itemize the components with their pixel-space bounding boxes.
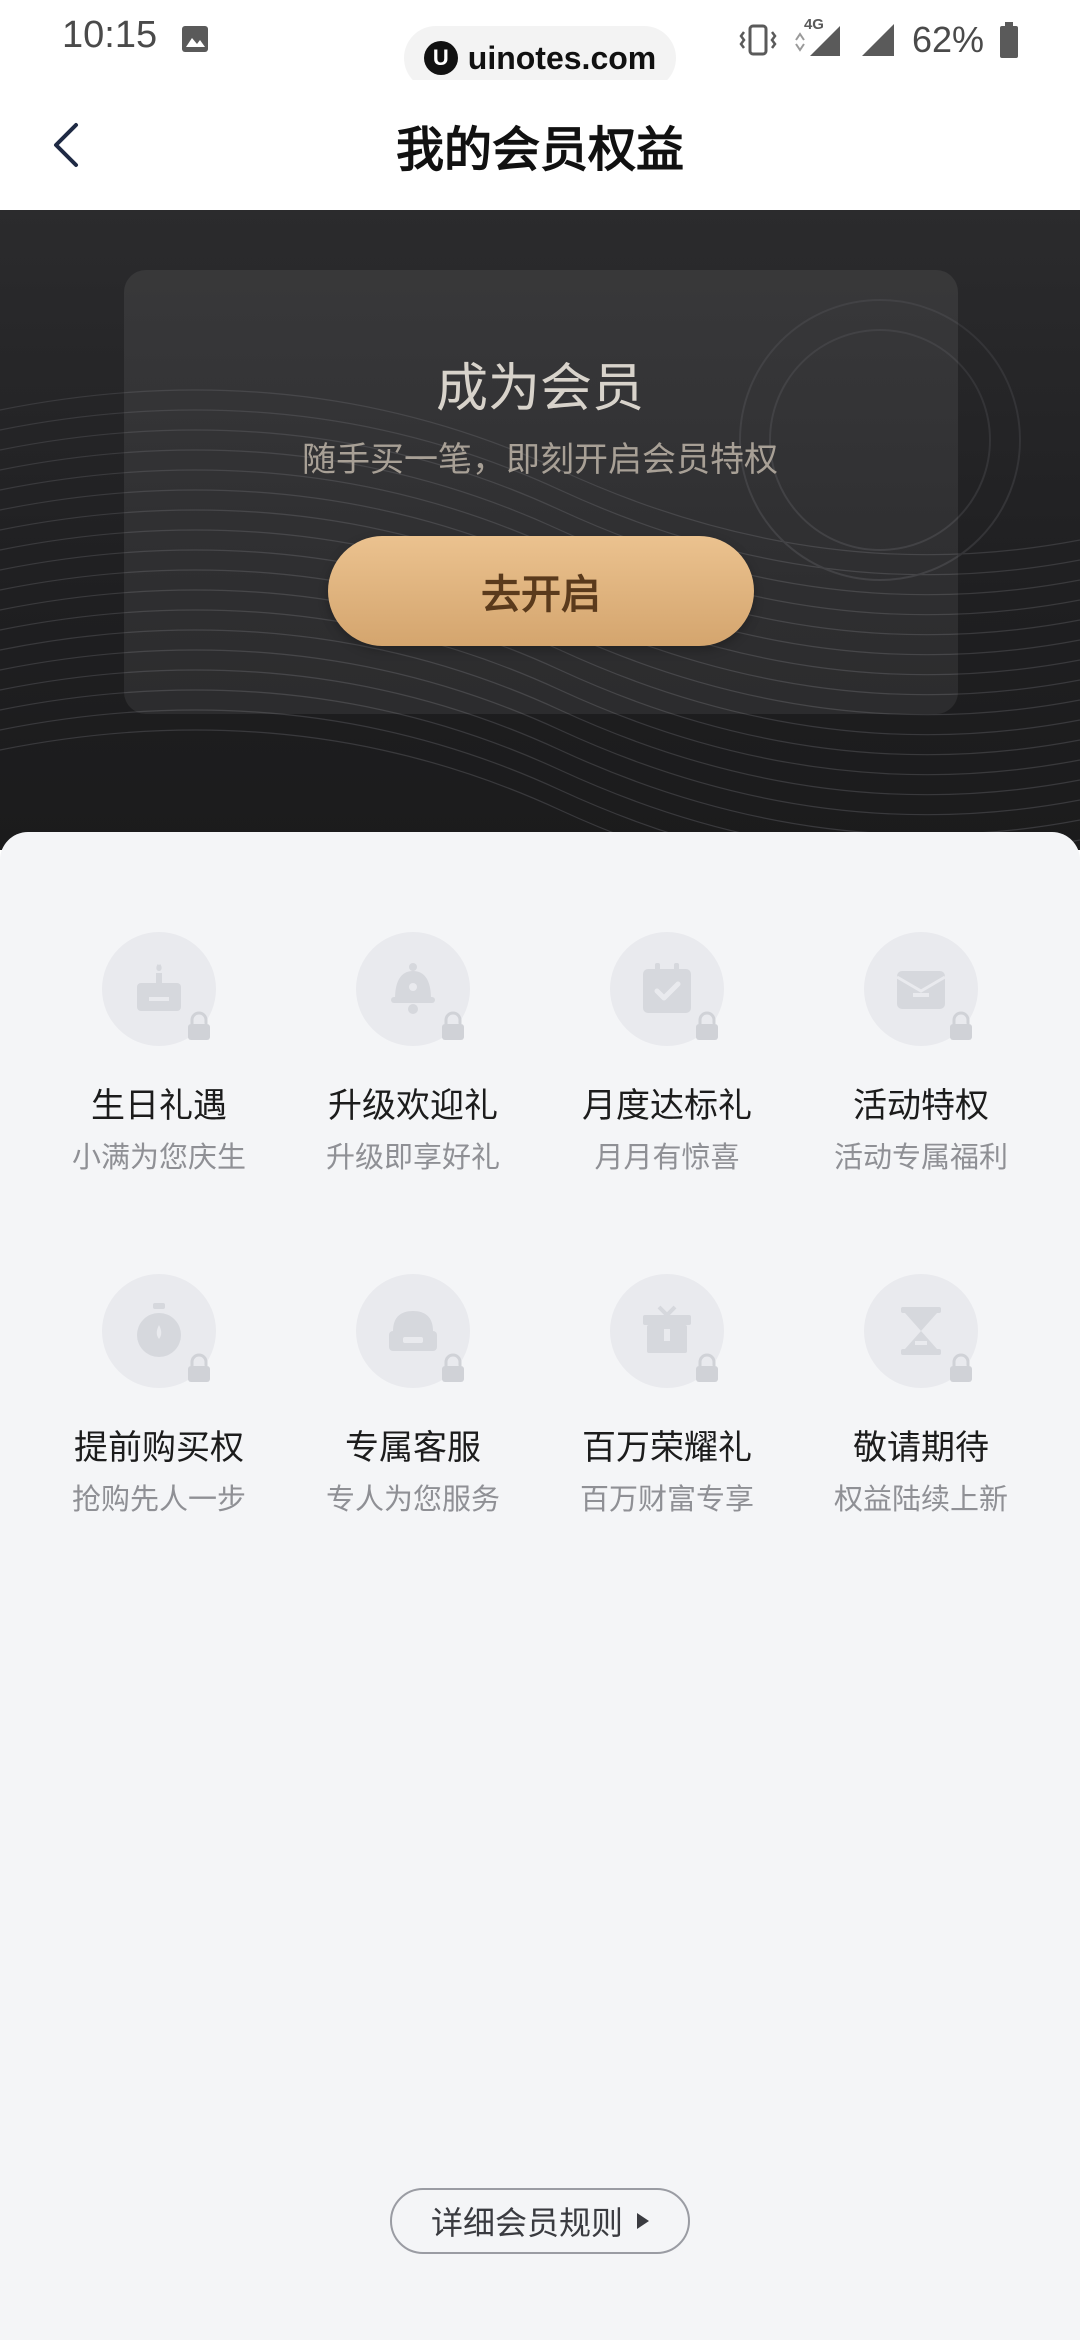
page-title: 我的会员权益 <box>395 122 684 178</box>
hero-subtitle: 随手买一笔，即刻开启会员特权 <box>302 440 778 480</box>
status-icons: 4G 62% <box>738 16 1020 64</box>
benefit-icon-circle <box>356 1274 470 1388</box>
benefit-customer-service[interactable]: 专属客服 专人为您服务 <box>286 1274 540 1534</box>
lock-icon <box>950 1353 972 1382</box>
benefit-monthly-gift[interactable]: 月度达标礼 月月有惊喜 <box>540 932 794 1192</box>
play-arrow-icon <box>637 2213 649 2229</box>
benefit-title: 活动特权 <box>853 1086 989 1126</box>
benefit-desc: 权益陆续上新 <box>833 1482 1008 1516</box>
benefit-icon-circle <box>610 932 724 1046</box>
customer-service-icon <box>389 1311 437 1351</box>
image-notification-icon <box>182 26 208 52</box>
benefit-icon-circle <box>610 1274 724 1388</box>
battery-icon <box>1000 22 1018 58</box>
envelope-icon <box>896 971 946 1009</box>
calendar-check-icon <box>643 963 691 1013</box>
lock-icon <box>188 1353 210 1382</box>
benefit-title: 月度达标礼 <box>582 1086 752 1126</box>
benefit-icon-circle <box>864 932 978 1046</box>
benefit-coming-soon[interactable]: 敬请期待 权益陆续上新 <box>794 1274 1048 1534</box>
benefit-icon-circle <box>864 1274 978 1388</box>
benefit-desc: 小满为您庆生 <box>71 1140 246 1174</box>
benefit-title: 升级欢迎礼 <box>328 1086 498 1126</box>
benefit-icon-circle <box>102 932 216 1046</box>
benefit-title: 生日礼遇 <box>91 1086 227 1126</box>
benefit-icon-circle <box>102 1274 216 1388</box>
benefit-upgrade-gift[interactable]: 升级欢迎礼 升级即享好礼 <box>286 932 540 1192</box>
membership-hero: 成为会员 随手买一笔，即刻开启会员特权 去开启 <box>0 210 1080 850</box>
benefit-desc: 专人为您服务 <box>325 1482 500 1516</box>
benefit-title: 敬请期待 <box>853 1428 989 1468</box>
watermark-logo-icon: U <box>423 41 458 75</box>
benefit-title: 百万荣耀礼 <box>582 1428 752 1468</box>
lock-icon <box>950 1011 972 1040</box>
benefit-early-purchase[interactable]: 提前购买权 抢购先人一步 <box>32 1274 286 1534</box>
watermark-text: uinotes.com <box>467 39 657 76</box>
vibrate-icon <box>739 24 777 56</box>
benefit-title: 专属客服 <box>345 1428 481 1468</box>
benefit-desc: 百万财富专享 <box>579 1482 754 1516</box>
cake-icon <box>137 964 181 1011</box>
benefit-icon-circle <box>356 932 470 1046</box>
signal-icon <box>861 24 894 56</box>
rules-button-label: 详细会员规则 <box>430 2204 623 2242</box>
header: 我的会员权益 <box>0 80 1080 210</box>
lock-icon <box>696 1353 718 1382</box>
hourglass-icon <box>901 1307 941 1355</box>
cellular-4g-icon: 4G <box>792 16 844 60</box>
bell-icon <box>391 963 435 1014</box>
membership-card <box>124 270 958 714</box>
benefit-desc: 月月有惊喜 <box>594 1140 740 1174</box>
stopwatch-icon <box>137 1303 181 1357</box>
lock-icon <box>696 1011 718 1040</box>
battery-percentage: 62% <box>911 19 984 60</box>
lock-icon <box>442 1011 464 1040</box>
hero-title: 成为会员 <box>435 359 644 419</box>
gift-icon <box>643 1305 691 1353</box>
lock-icon <box>442 1353 464 1382</box>
status-bar: 10:15 U uinotes.com 4G 62% <box>0 0 1080 90</box>
status-time: 10:15 <box>62 14 158 56</box>
benefit-birthday[interactable]: 生日礼遇 小满为您庆生 <box>32 932 286 1192</box>
benefit-desc: 抢购先人一步 <box>71 1482 246 1516</box>
benefit-title: 提前购买权 <box>74 1428 244 1468</box>
benefit-event-privilege[interactable]: 活动特权 活动专属福利 <box>794 932 1048 1192</box>
membership-rules-button[interactable]: 详细会员规则 <box>390 2188 690 2254</box>
benefit-desc: 升级即享好礼 <box>325 1140 500 1174</box>
activate-membership-button[interactable]: 去开启 <box>328 536 754 646</box>
benefit-desc: 活动专属福利 <box>833 1140 1008 1174</box>
benefit-million-honor[interactable]: 百万荣耀礼 百万财富专享 <box>540 1274 794 1534</box>
lock-icon <box>188 1011 210 1040</box>
benefits-panel: 生日礼遇 小满为您庆生 升级欢迎礼 升级即享好礼 月度达标礼 月月有惊喜 活动特… <box>0 832 1080 2340</box>
